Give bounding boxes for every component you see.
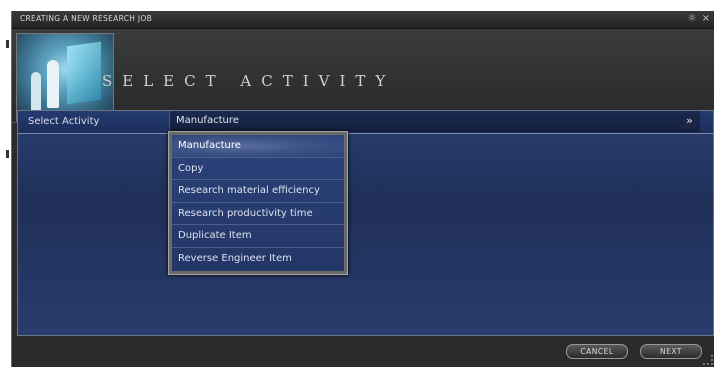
activity-select-value: Manufacture	[176, 115, 239, 126]
dialog-window: CREATING A NEW RESEARCH JOB ☼ × SELECT A…	[11, 11, 714, 367]
edge-mark	[6, 150, 9, 158]
dropdown-item-duplicate-item[interactable]: Duplicate Item	[172, 225, 344, 248]
dropdown-item-manufacture[interactable]: Manufacture	[172, 135, 344, 158]
dropdown-item-research-productivity-time[interactable]: Research productivity time	[172, 203, 344, 226]
dropdown-item-research-material-efficiency[interactable]: Research material efficiency	[172, 180, 344, 203]
edge-mark	[6, 40, 9, 48]
activity-select[interactable]: Manufacture »	[169, 111, 700, 132]
page-title: SELECT ACTIVITY	[102, 72, 396, 90]
select-activity-label: Select Activity	[28, 116, 100, 127]
activity-dropdown-list: Manufacture Copy Research material effic…	[172, 135, 344, 271]
activity-dropdown: Manufacture Copy Research material effic…	[168, 131, 348, 275]
next-button[interactable]: NEXT	[640, 344, 702, 359]
scientists-lab-image	[16, 33, 114, 122]
resize-grip[interactable]	[703, 355, 713, 365]
cancel-button[interactable]: CANCEL	[566, 344, 628, 359]
left-edge	[0, 11, 8, 367]
title-bar[interactable]: CREATING A NEW RESEARCH JOB ☼ ×	[12, 11, 714, 29]
minimize-icon[interactable]: ☼	[686, 13, 698, 25]
dropdown-item-copy[interactable]: Copy	[172, 158, 344, 181]
close-icon[interactable]: ×	[700, 13, 712, 25]
select-activity-row: Select Activity Manufacture »	[18, 111, 713, 134]
double-chevron-down-icon[interactable]: »	[682, 114, 697, 128]
header: SELECT ACTIVITY	[12, 29, 714, 123]
content-panel: Select Activity Manufacture »	[17, 110, 714, 336]
window-title: CREATING A NEW RESEARCH JOB	[20, 14, 153, 23]
dropdown-item-reverse-engineer-item[interactable]: Reverse Engineer Item	[172, 248, 344, 271]
